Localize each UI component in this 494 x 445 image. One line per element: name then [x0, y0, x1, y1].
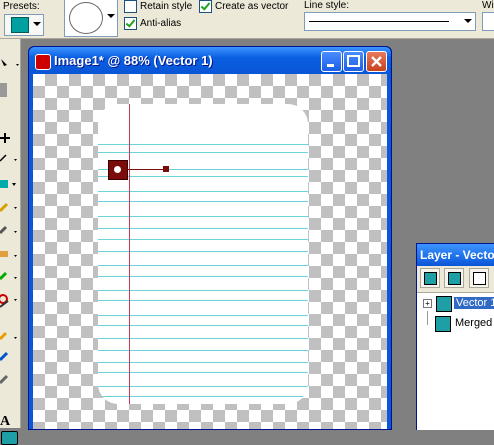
antialias-checkbox[interactable]: Anti-alias [124, 17, 181, 30]
pointer-tool-icon [1, 59, 19, 66]
shape-selector[interactable] [64, 0, 118, 37]
clone-tool-icon [0, 225, 17, 235]
line-style-label: Line style: [304, 0, 350, 11]
layer-palette-titlebar[interactable]: Layer - Vecto [417, 244, 494, 266]
width-label: Wi [482, 0, 494, 11]
tools-toolbar: A [0, 39, 21, 445]
maximize-button[interactable] [343, 51, 364, 72]
layer-palette: Layer - Vecto + Vector 1 Merged [416, 243, 494, 430]
paintbrush-tool-icon [0, 202, 17, 213]
checkbox-box[interactable] [124, 0, 137, 13]
vector-layer-icon [448, 272, 461, 285]
create-as-vector-checkbox[interactable]: Create as vector [199, 0, 288, 13]
new-vector-layer-button[interactable] [444, 268, 464, 288]
node-control-arm [127, 169, 165, 170]
layer-name: Vector 1 [454, 297, 494, 309]
notebook-paper-shape[interactable] [98, 104, 308, 404]
line-style-dropdown[interactable] [304, 12, 476, 31]
solid-line-preview [309, 21, 449, 22]
vector-layer-thumb-icon [436, 296, 452, 312]
magic-wand-tool-icon [0, 154, 17, 162]
margin-line [129, 104, 130, 404]
airbrush-tool-icon [0, 331, 17, 341]
close-icon [371, 56, 382, 67]
minimize-button[interactable] [321, 51, 342, 72]
eraser-tool-icon [0, 251, 17, 257]
chevron-down-icon [33, 22, 41, 26]
preset-shape-icon [11, 17, 29, 33]
merged-layer-thumb-icon [435, 316, 451, 332]
preset-shape-tool-icon[interactable] [1, 431, 18, 445]
checkbox-box[interactable] [199, 0, 212, 13]
vector-pen-tool-icon [0, 351, 9, 362]
presets-dropdown[interactable] [4, 14, 44, 36]
layer-row-merged[interactable]: Merged [417, 311, 494, 333]
new-layer-icon [424, 272, 437, 285]
dropper-tool-icon [0, 180, 16, 188]
image-window-title: Image1* @ 88% (Vector 1) [54, 53, 213, 68]
image-window-icon[interactable] [35, 54, 51, 70]
retain-style-label: Retain style [140, 1, 193, 12]
image-canvas[interactable] [33, 74, 387, 429]
properties-icon [473, 272, 486, 285]
move-tool-icon [0, 133, 10, 143]
chevron-down-icon [464, 19, 472, 23]
tool-icons: A [0, 59, 19, 428]
layer-list: + Vector 1 Merged [417, 292, 494, 430]
presets-label: Presets: [3, 1, 40, 12]
create-as-vector-label: Create as vector [215, 1, 289, 12]
minimize-icon [327, 64, 334, 67]
layer-name: Merged [455, 317, 493, 329]
new-raster-layer-button[interactable] [420, 268, 440, 288]
layer-row-vector-1[interactable]: + Vector 1 [417, 295, 494, 313]
antialias-label: Anti-alias [140, 18, 182, 29]
width-input[interactable] [482, 12, 494, 31]
text-tool-icon: A [0, 414, 11, 428]
fill-tool-icon [0, 271, 17, 281]
image-window: Image1* @ 88% (Vector 1) [28, 46, 392, 430]
close-button[interactable] [366, 51, 387, 72]
retain-style-checkbox[interactable]: Retain style [124, 0, 192, 13]
layer-palette-title: Layer - Vecto [420, 248, 494, 262]
object-selector-tool-icon [0, 374, 9, 385]
chevron-down-icon [107, 14, 115, 18]
vector-node-handle[interactable] [108, 160, 128, 180]
ellipse-shape-icon [69, 2, 103, 34]
image-window-titlebar[interactable]: Image1* @ 88% (Vector 1) [29, 47, 391, 74]
tree-line [427, 311, 428, 325]
node-dot-icon [114, 166, 121, 173]
tool-options-bar: Presets: Retain style Create as vector A… [0, 0, 494, 39]
node-control-point[interactable] [163, 166, 169, 172]
maximize-icon [347, 55, 360, 67]
expand-plus-icon[interactable]: + [423, 299, 432, 308]
checkbox-box[interactable] [124, 17, 137, 30]
layer-properties-button[interactable] [469, 268, 489, 288]
grey-tool-icon [0, 83, 7, 97]
